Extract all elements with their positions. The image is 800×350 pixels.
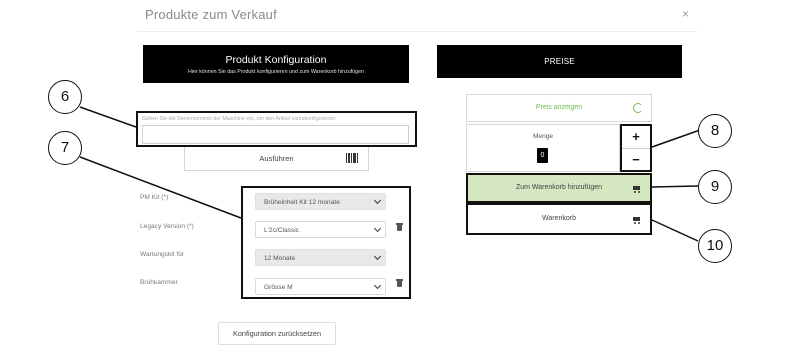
view-cart-button[interactable]: Warenkorb	[466, 203, 652, 235]
show-price-button[interactable]: Preis anzeigen	[466, 94, 652, 122]
barcode-icon	[346, 153, 358, 163]
quantity-value[interactable]: 0	[537, 148, 548, 163]
select-bruehkammer-value: Grösse M	[264, 284, 293, 291]
select-pm-kit[interactable]: Brüheinheit Kit 12 monate	[255, 193, 386, 210]
run-button[interactable]: Ausführen	[184, 147, 369, 171]
callout-line-9	[651, 185, 699, 188]
refresh-icon	[633, 103, 643, 113]
quantity-label: Menge	[533, 133, 553, 140]
label-wartungskit: Wartungskit für	[140, 251, 185, 258]
select-bruehkammer[interactable]: Grösse M	[255, 278, 386, 295]
callout-line-8	[651, 129, 701, 148]
add-to-cart-button[interactable]: Zum Warenkorb hinzufügen	[466, 173, 652, 203]
view-cart-label: Warenkorb	[542, 215, 576, 222]
chevron-down-icon	[373, 224, 382, 233]
callout-7: 7	[48, 131, 82, 165]
chevron-down-icon	[373, 252, 382, 261]
callout-8: 8	[698, 114, 732, 148]
select-legacy-version-value: L'2c/Classic	[264, 227, 299, 234]
select-pm-kit-value: Brüheinheit Kit 12 monate	[264, 199, 340, 206]
select-legacy-version[interactable]: L'2c/Classic	[255, 221, 386, 238]
callout-6: 6	[48, 80, 82, 114]
select-wartungskit-value: 12 Monate	[264, 255, 296, 262]
label-pm-kit: PM Kit (*)	[140, 194, 169, 201]
decrement-button[interactable]: −	[622, 148, 650, 170]
serial-number-input[interactable]	[142, 125, 409, 144]
label-bruehkammer: Brühkammer	[140, 279, 178, 286]
callout-9: 9	[698, 170, 732, 204]
chevron-down-icon	[373, 196, 382, 205]
callout-10: 10	[698, 229, 732, 263]
callout-line-10	[651, 219, 699, 242]
cart-icon	[632, 216, 641, 224]
callout-line-6	[79, 106, 137, 128]
serial-hint: Geben Sie die Seriennummer der Maschine …	[142, 116, 336, 122]
label-legacy-version: Legacy Version (*)	[140, 223, 194, 230]
select-wartungskit[interactable]: 12 Monate	[255, 249, 386, 266]
run-button-label: Ausführen	[259, 154, 294, 163]
add-to-cart-label: Zum Warenkorb hinzufügen	[515, 184, 603, 191]
quantity-box: Menge 0	[466, 124, 620, 172]
chevron-down-icon	[373, 281, 382, 290]
reset-config-button[interactable]: Konfiguration zurücksetzen	[218, 322, 336, 345]
trash-icon[interactable]	[396, 223, 403, 231]
increment-button[interactable]: +	[622, 126, 650, 148]
cart-icon	[632, 185, 641, 193]
quantity-stepper: + −	[620, 124, 652, 172]
trash-icon[interactable]	[396, 279, 403, 287]
show-price-label: Preis anzeigen	[535, 104, 583, 111]
serial-section: Geben Sie die Seriennummer der Maschine …	[136, 111, 417, 147]
